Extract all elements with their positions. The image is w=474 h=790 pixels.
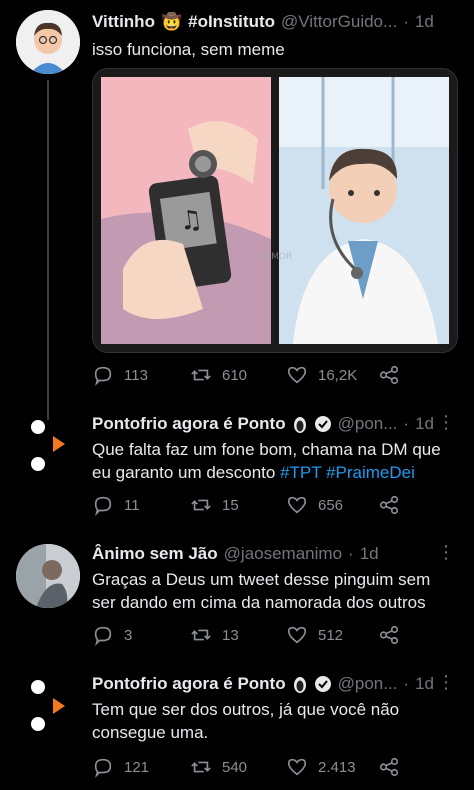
separator-dot: · [403,12,409,31]
share-button[interactable] [378,364,400,386]
share-button[interactable] [378,624,400,646]
like-button[interactable]: 512 [286,624,343,646]
like-count: 656 [318,496,344,514]
svg-text:HUMOR: HUMOR [258,252,292,262]
verified-badge-icon [314,675,332,693]
brand-avatar-dot-top [31,420,45,434]
more-options-icon[interactable]: ⋮ [437,412,456,433]
display-name-hashtag[interactable]: #oInstituto [188,12,275,32]
user-handle[interactable]: @VittorGuido... [281,12,397,32]
user-handle[interactable]: @jaosemanimo [224,544,342,564]
tweet-actions: 3 13 512 [92,624,454,650]
reply-button[interactable]: 11 [92,494,140,516]
timestamp[interactable]: 1d [415,414,434,434]
verified-badge-icon [314,415,332,433]
tweet-text: isso funciona, sem meme [92,40,285,59]
like-count: 16,2K [318,366,358,384]
reply-count: 11 [124,496,140,514]
like-count: 512 [318,626,344,644]
heart-icon [287,626,307,644]
display-name[interactable]: Pontofrio agora é Ponto [92,674,286,694]
avatar[interactable] [16,544,80,608]
reply-button[interactable]: 3 [92,624,132,646]
heart-icon [287,758,307,776]
retweet-icon [191,369,211,381]
tweet-text: Tem que ser dos outros, já que você não … [92,700,400,742]
share-icon [379,757,399,777]
timestamp[interactable]: 1d [360,544,379,564]
tweet-text: Que falta faz um fone bom, chama na DM q… [92,438,454,484]
tweet-actions: 113 610 16,2K [92,364,454,390]
share-icon [379,495,399,515]
reply-icon [94,626,112,646]
reply-count: 121 [124,758,150,776]
reply-icon [94,366,112,386]
reply-icon [94,496,112,516]
like-button[interactable]: 656 [286,494,343,516]
brand-avatar-dot-top [31,680,45,694]
tweet-actions: 121 540 2.413 [92,756,454,782]
tweet-header: Pontofrio agora é Ponto @pon... · 1d [92,674,456,694]
tweet-header: Pontofrio agora é Ponto @pon... · 1d [92,414,456,434]
separator-dot: · [403,414,410,433]
retweet-icon [191,499,211,511]
reply-button[interactable]: 121 [92,756,149,778]
retweet-button[interactable]: 610 [190,364,247,386]
tweet-text: Graças a Deus um tweet desse pinguim sem… [92,570,431,612]
timestamp[interactable]: 1d [415,674,434,694]
reply-button[interactable]: 113 [92,364,148,386]
display-name[interactable]: Ânimo sem Jão [92,544,218,564]
brand-play-icon [53,436,65,452]
retweet-button[interactable]: 13 [190,624,239,646]
avatar[interactable] [16,10,80,74]
like-button[interactable]: 16,2K [286,364,357,386]
share-icon [379,365,399,385]
retweet-count: 610 [222,366,248,384]
retweet-count: 15 [222,496,239,514]
more-options-icon[interactable]: ⋮ [437,542,456,563]
reply-count: 113 [124,366,148,384]
timestamp[interactable]: 1d [415,12,434,32]
retweet-icon [191,629,211,641]
tweet-1[interactable]: Vittinho 🤠 #oInstituto @VittorGuido... ·… [0,0,474,400]
user-handle[interactable]: @pon... [338,674,398,694]
more-options-icon[interactable]: ⋮ [437,672,456,693]
share-button[interactable] [378,494,400,516]
svg-text:♫: ♫ [177,204,204,237]
tweet-image[interactable]: ♫ HUMOR [92,68,458,353]
brand-avatar-dot-bottom [31,717,45,731]
heart-icon [287,366,307,384]
reply-count: 3 [124,626,133,644]
share-button[interactable] [378,756,400,778]
retweet-icon [191,761,211,773]
tweet-actions: 11 15 656 [92,494,454,520]
brand-avatar-dot-bottom [31,457,45,471]
tweet-4[interactable]: Pontofrio agora é Ponto @pon... · 1d ⋮ T… [0,660,474,790]
tweet-3[interactable]: Ânimo sem Jão @jaosemanimo · 1d ⋮ Graças… [0,530,474,660]
retweet-count: 540 [222,758,248,776]
display-name[interactable]: Pontofrio agora é Ponto [92,414,286,434]
brand-play-icon [53,698,65,714]
tweet-header: Ânimo sem Jão @jaosemanimo · 1d [92,544,456,564]
retweet-count: 13 [222,626,239,644]
separator-dot: · [403,674,410,693]
heart-icon [287,496,307,514]
penguin-icon [292,675,308,693]
share-icon [379,625,399,645]
like-button[interactable]: 2.413 [286,756,356,778]
tweet-2[interactable]: Pontofrio agora é Ponto @pon... · 1d ⋮ Q… [0,400,474,530]
hashtag-link[interactable]: #PraimeDei [326,463,415,482]
display-name[interactable]: Vittinho [92,12,155,32]
user-handle[interactable]: @pon... [338,414,398,434]
separator-dot: · [348,544,354,563]
reply-icon [94,758,112,778]
retweet-button[interactable]: 15 [190,494,239,516]
tweet-header: Vittinho 🤠 #oInstituto @VittorGuido... ·… [92,12,456,32]
like-count: 2.413 [318,758,356,776]
retweet-button[interactable]: 540 [190,756,247,778]
cowboy-emoji-icon: 🤠 [160,12,183,31]
hashtag-link[interactable]: #TPT [280,463,321,482]
penguin-icon [292,415,308,433]
